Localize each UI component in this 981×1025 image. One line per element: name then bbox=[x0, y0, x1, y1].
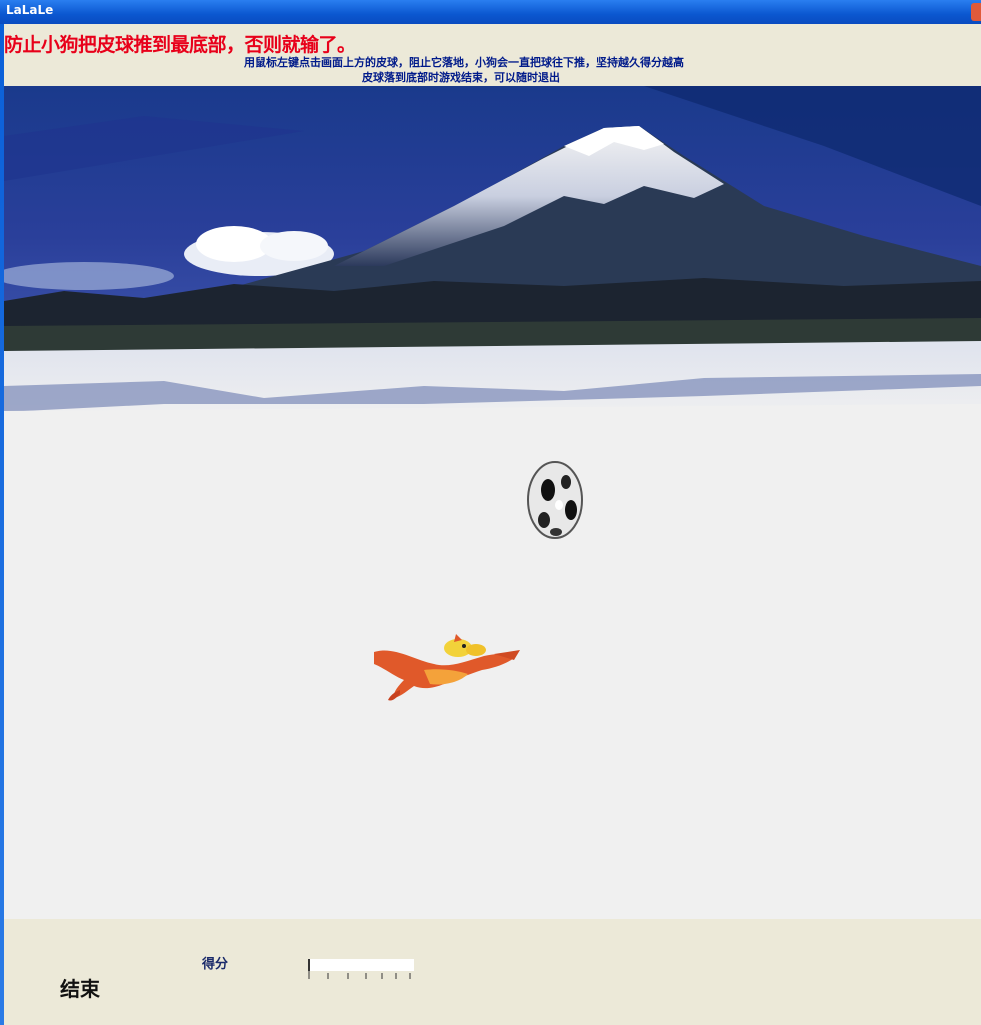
progress-ticks bbox=[308, 971, 411, 979]
instruction-line-1: 用鼠标左键点击画面上方的皮球，阻止它落地，小狗会一直把球往下推，坚持越久得分越高 bbox=[244, 56, 684, 69]
game-window: LaLaLe 防止小狗把皮球推到最底部，否则就输了。 用鼠标左键点击画面上方的皮… bbox=[0, 0, 981, 1025]
status-bar: 结束 得分 bbox=[4, 919, 981, 1025]
soccer-ball[interactable] bbox=[526, 460, 584, 540]
instruction-line-2: 皮球落到底部时游戏结束，可以随时退出 bbox=[362, 71, 560, 84]
exit-button[interactable]: 结束 bbox=[60, 973, 108, 1001]
title-bar[interactable]: LaLaLe bbox=[0, 0, 981, 24]
score-label: 得分 bbox=[202, 957, 229, 972]
game-canvas[interactable] bbox=[4, 86, 981, 919]
window-title: LaLaLe bbox=[6, 3, 54, 17]
dog-sprite bbox=[374, 634, 520, 701]
close-icon[interactable] bbox=[971, 3, 981, 21]
mountain-background bbox=[4, 86, 981, 421]
instructions-panel: 防止小狗把皮球推到最底部，否则就输了。 用鼠标左键点击画面上方的皮球，阻止它落地… bbox=[4, 24, 981, 86]
warning-text: 防止小狗把皮球推到最底部，否则就输了。 bbox=[4, 34, 356, 56]
score-progress-bar bbox=[308, 959, 414, 971]
